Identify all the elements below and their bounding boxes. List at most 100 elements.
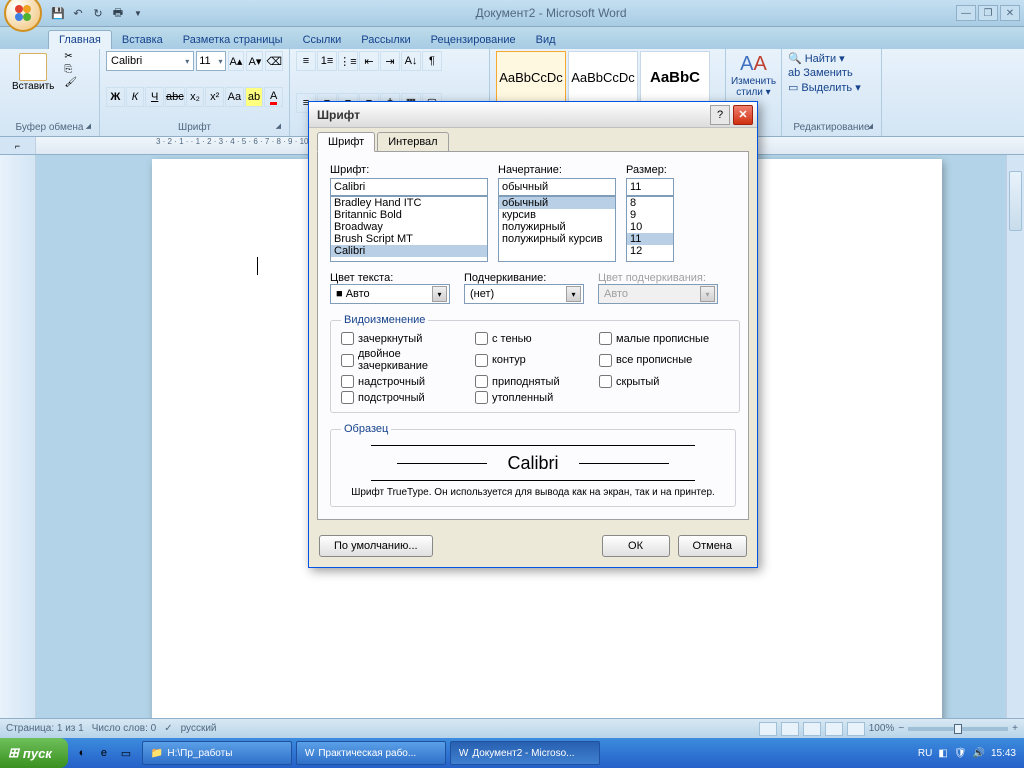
qat-dropdown-icon[interactable]: ▼ xyxy=(130,5,146,21)
underline-button[interactable]: Ч xyxy=(145,87,164,107)
font-color-button[interactable]: A xyxy=(264,87,283,107)
font-listbox[interactable]: Bradley Hand ITC Britannic Bold Broadway… xyxy=(330,196,488,262)
strike-button[interactable]: abc xyxy=(165,87,185,107)
grow-font-icon[interactable]: A▴ xyxy=(228,51,245,71)
chk-allcaps[interactable]: все прописные xyxy=(599,348,729,372)
view-outline[interactable] xyxy=(825,722,843,736)
minimize-button[interactable]: — xyxy=(956,5,976,21)
list-item[interactable]: 8 xyxy=(627,197,673,209)
list-item[interactable]: обычный xyxy=(499,197,615,209)
zoom-out[interactable]: − xyxy=(898,723,904,734)
close-button[interactable]: ✕ xyxy=(1000,5,1020,21)
show-marks-button[interactable]: ¶ xyxy=(422,51,442,71)
style-heading1[interactable]: AaBbC xyxy=(640,51,710,103)
dialog-titlebar[interactable]: Шрифт ? ✕ xyxy=(309,102,757,128)
list-item[interactable]: 10 xyxy=(627,221,673,233)
chk-shadow[interactable]: с тенью xyxy=(475,332,595,345)
chk-strike[interactable]: зачеркнутый xyxy=(341,332,471,345)
tab-references[interactable]: Ссылки xyxy=(293,31,352,49)
print-preview-icon[interactable]: 🖶 xyxy=(110,5,126,21)
format-painter-icon[interactable]: 🖌 xyxy=(64,77,77,88)
default-button[interactable]: По умолчанию... xyxy=(319,535,433,557)
task-doc2[interactable]: WДокумент2 - Microso... xyxy=(450,741,600,765)
style-nospacing[interactable]: AaBbCcDc xyxy=(568,51,638,103)
tab-view[interactable]: Вид xyxy=(526,31,566,49)
chk-dblstrike[interactable]: двойное зачеркивание xyxy=(341,348,471,372)
undo-icon[interactable]: ↶ xyxy=(70,5,86,21)
italic-button[interactable]: К xyxy=(126,87,145,107)
list-item[interactable]: 12 xyxy=(627,245,673,257)
clear-format-icon[interactable]: ⌫ xyxy=(265,51,283,71)
tab-home[interactable]: Главная xyxy=(48,30,112,49)
dialog-tab-font[interactable]: Шрифт xyxy=(317,132,375,152)
tray-icon-2[interactable]: 🛡 xyxy=(954,748,967,759)
chk-emboss[interactable]: приподнятый xyxy=(475,375,595,388)
bullets-button[interactable]: ≡ xyxy=(296,51,316,71)
zoom-level[interactable]: 100% xyxy=(869,723,895,734)
color-combo[interactable]: ■ Авто▾ xyxy=(330,284,450,304)
list-item[interactable]: полужирный курсив xyxy=(499,233,615,245)
highlight-button[interactable]: ab xyxy=(245,87,264,107)
replace-button[interactable]: abЗаменить xyxy=(788,66,875,80)
underline-combo[interactable]: (нет)▾ xyxy=(464,284,584,304)
list-item[interactable]: полужирный xyxy=(499,221,615,233)
list-item[interactable]: курсив xyxy=(499,209,615,221)
list-item[interactable]: 11 xyxy=(627,233,673,245)
font-input[interactable] xyxy=(330,178,488,196)
list-item[interactable]: Broadway xyxy=(331,221,487,233)
vertical-scrollbar[interactable] xyxy=(1006,155,1024,718)
view-full-screen[interactable] xyxy=(781,722,799,736)
chk-subscript[interactable]: подстрочный xyxy=(341,391,471,404)
tray-icon-1[interactable]: ◧ xyxy=(938,748,947,759)
zoom-slider[interactable] xyxy=(908,727,1008,731)
task-doc1[interactable]: WПрактическая рабо... xyxy=(296,741,446,765)
tab-review[interactable]: Рецензирование xyxy=(421,31,526,49)
paste-button[interactable]: Вставить xyxy=(6,51,60,94)
ql-wmp-icon[interactable]: ◐ xyxy=(72,743,92,763)
change-styles-button[interactable]: AA Изменить стили ▾ xyxy=(730,53,777,98)
chk-smallcaps[interactable]: малые прописные xyxy=(599,332,729,345)
tab-mailings[interactable]: Рассылки xyxy=(351,31,420,49)
list-item[interactable]: Bradley Hand ITC xyxy=(331,197,487,209)
style-input[interactable] xyxy=(498,178,616,196)
chk-engrave[interactable]: утопленный xyxy=(475,391,595,404)
cut-icon[interactable]: ✂ xyxy=(64,51,77,62)
cancel-button[interactable]: Отмена xyxy=(678,535,747,557)
copy-icon[interactable]: ⎘ xyxy=(64,64,77,75)
zoom-in[interactable]: + xyxy=(1012,723,1018,734)
status-proof-icon[interactable]: ✓ xyxy=(164,723,172,734)
size-listbox[interactable]: 8 9 10 11 12 xyxy=(626,196,674,262)
chk-outline[interactable]: контур xyxy=(475,348,595,372)
redo-icon[interactable]: ↻ xyxy=(90,5,106,21)
zoom-thumb[interactable] xyxy=(954,724,962,734)
decrease-indent-button[interactable]: ⇤ xyxy=(359,51,379,71)
select-button[interactable]: ▭Выделить ▾ xyxy=(788,80,875,95)
font-size-combo[interactable]: 11▾ xyxy=(196,51,225,71)
tray-clock[interactable]: 15:43 xyxy=(991,748,1016,759)
bold-button[interactable]: Ж xyxy=(106,87,125,107)
view-print-layout[interactable] xyxy=(759,722,777,736)
save-icon[interactable]: 💾 xyxy=(50,5,66,21)
vertical-ruler[interactable] xyxy=(0,155,36,718)
multilevel-button[interactable]: ⋮≡ xyxy=(338,51,358,71)
tray-icon-3[interactable]: 🔊 xyxy=(973,748,985,759)
scrollbar-thumb[interactable] xyxy=(1009,171,1022,231)
tray-lang[interactable]: RU xyxy=(918,748,932,759)
start-button[interactable]: ⊞пуск xyxy=(0,738,68,768)
ql-desktop-icon[interactable]: ▭ xyxy=(116,743,136,763)
sort-button[interactable]: A↓ xyxy=(401,51,421,71)
size-input[interactable] xyxy=(626,178,674,196)
find-button[interactable]: 🔍Найти ▾ xyxy=(788,51,875,66)
chk-hidden[interactable]: скрытый xyxy=(599,375,729,388)
view-web[interactable] xyxy=(803,722,821,736)
tab-page-layout[interactable]: Разметка страницы xyxy=(173,31,293,49)
ql-ie-icon[interactable]: e xyxy=(94,743,114,763)
ok-button[interactable]: ОК xyxy=(602,535,670,557)
list-item[interactable]: Britannic Bold xyxy=(331,209,487,221)
view-draft[interactable] xyxy=(847,722,865,736)
list-item[interactable]: 9 xyxy=(627,209,673,221)
change-case-button[interactable]: Aa xyxy=(225,87,244,107)
tab-insert[interactable]: Вставка xyxy=(112,31,173,49)
style-normal[interactable]: AaBbCcDc xyxy=(496,51,566,103)
numbering-button[interactable]: 1≡ xyxy=(317,51,337,71)
